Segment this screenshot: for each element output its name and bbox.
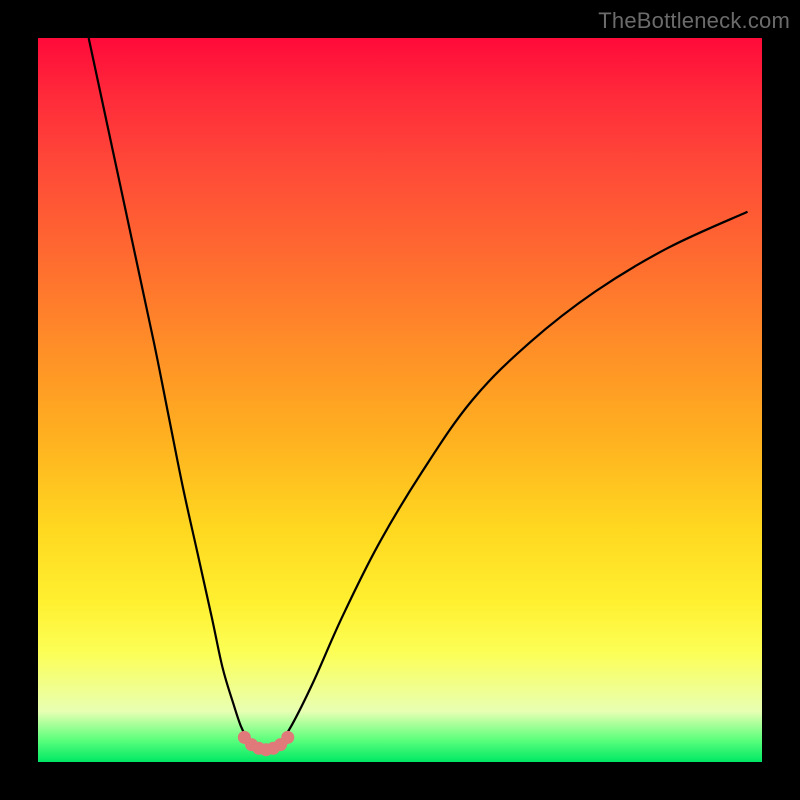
valley-marker xyxy=(281,731,294,744)
series-left-arm xyxy=(89,38,254,748)
series-group xyxy=(89,38,748,756)
series-right-arm xyxy=(277,212,748,748)
watermark-label: TheBottleneck.com xyxy=(598,8,790,34)
chart-frame: TheBottleneck.com xyxy=(0,0,800,800)
plot-area xyxy=(38,38,762,762)
chart-svg xyxy=(38,38,762,762)
